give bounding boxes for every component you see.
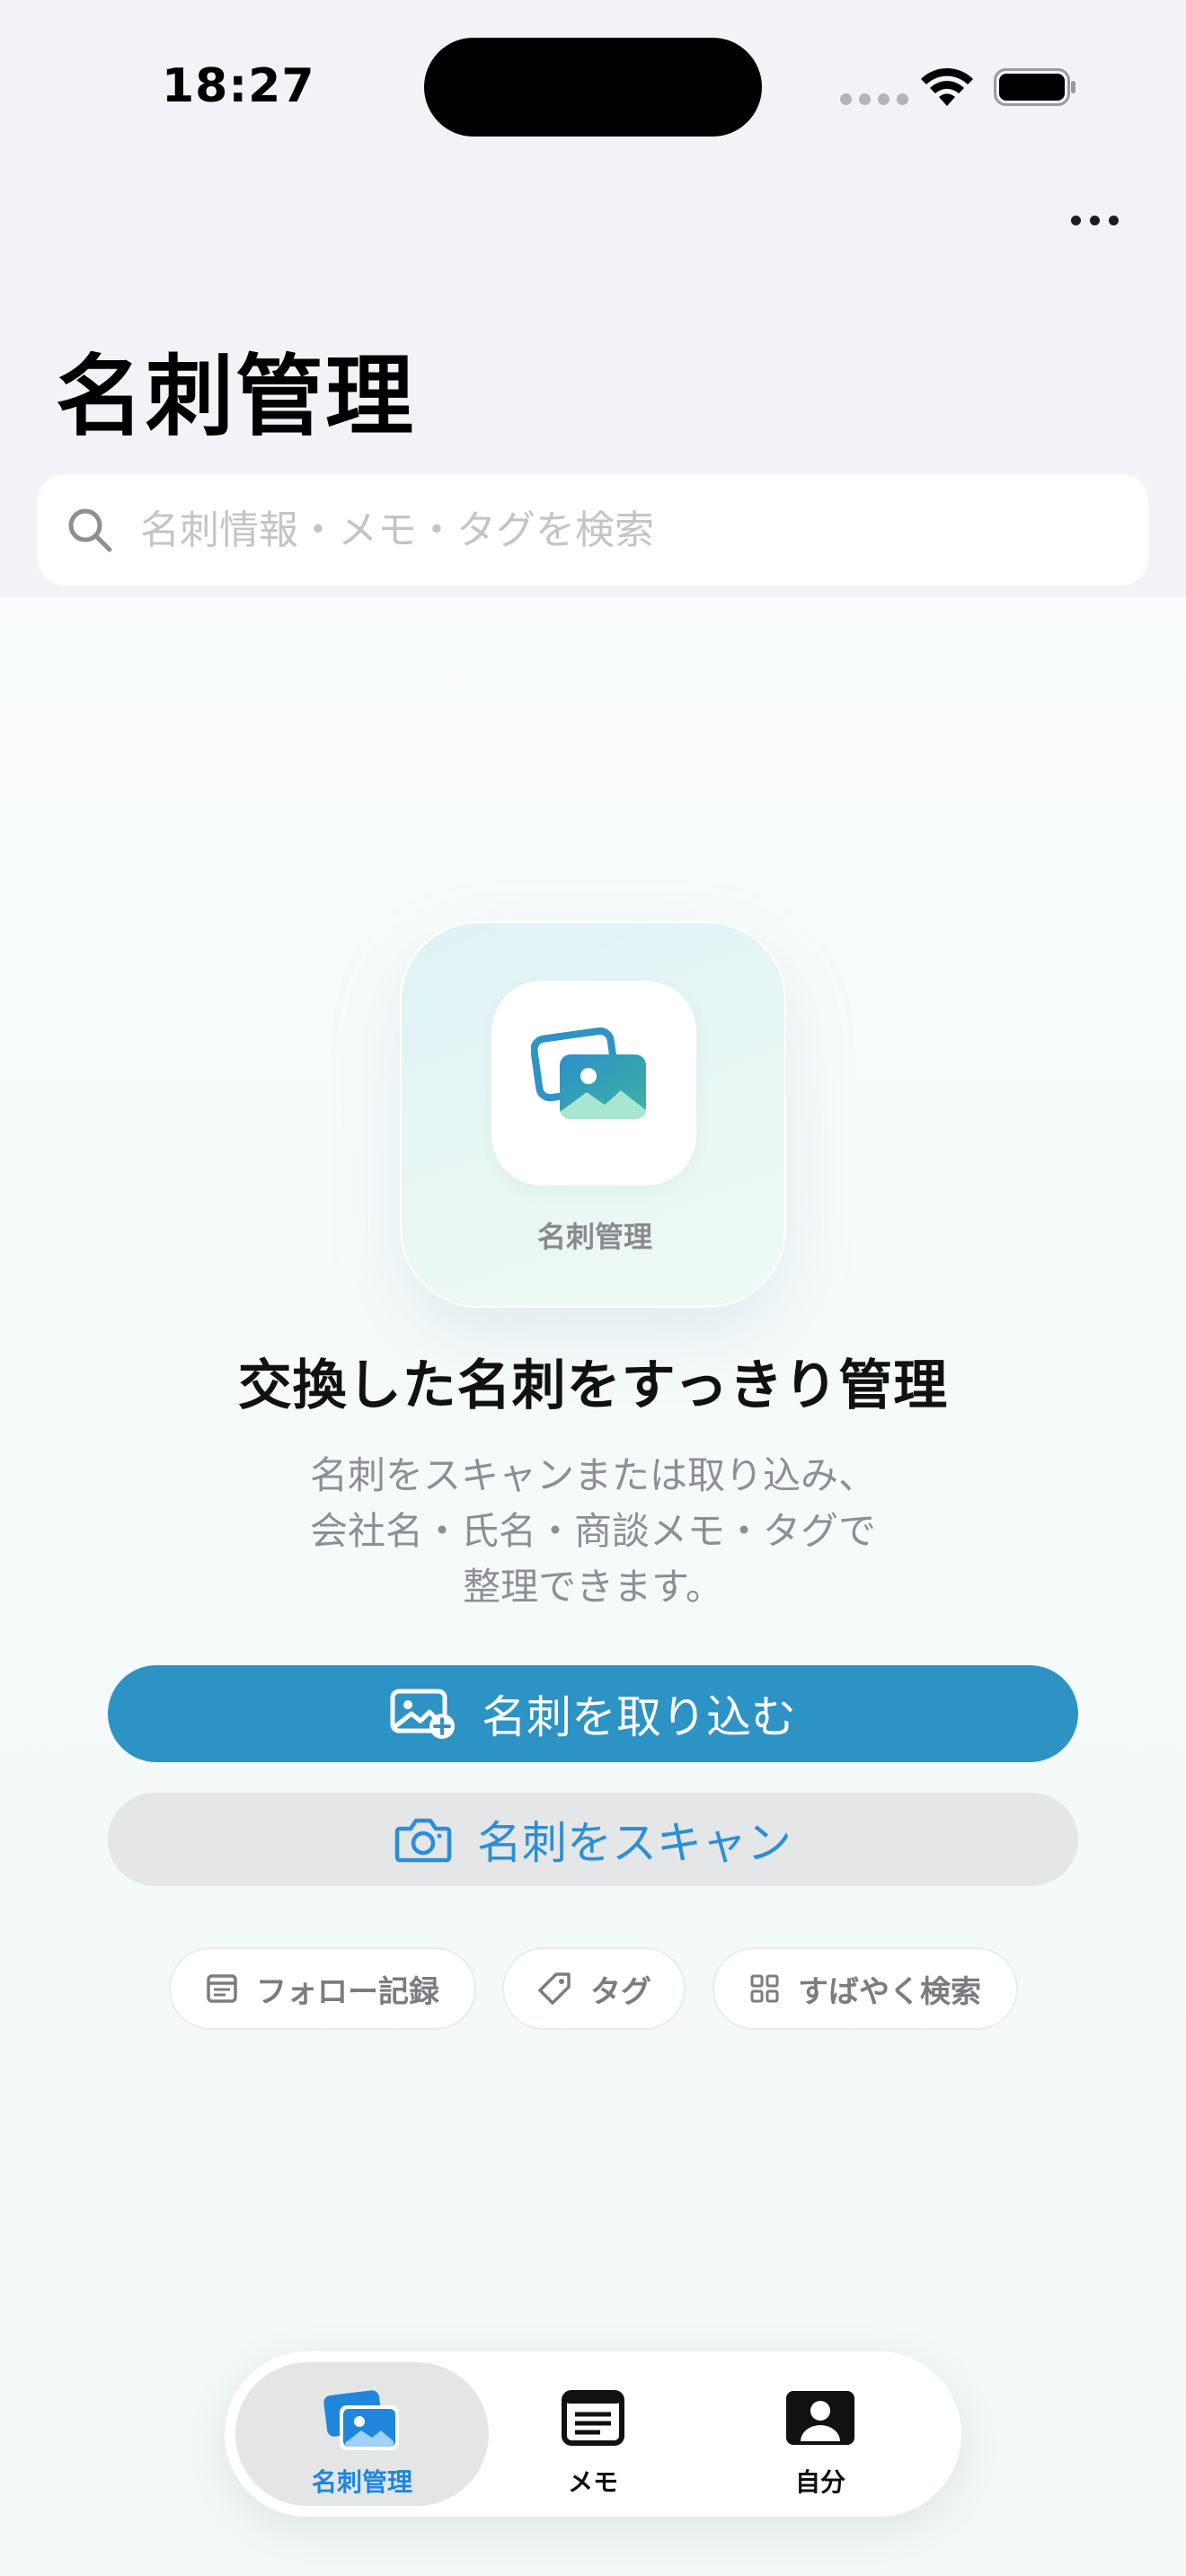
import-card-button[interactable]: 名刺を取り込む <box>108 1665 1078 1762</box>
image-add-icon <box>390 1689 455 1739</box>
cards-icon <box>323 2390 399 2450</box>
more-options-button[interactable] <box>1067 202 1121 238</box>
scan-card-label: 名刺をスキャン <box>477 1817 792 1869</box>
tab-label: 自分 <box>794 2467 845 2497</box>
note-icon <box>207 1974 237 2003</box>
empty-state-headline: 交換した名刺をすっきり管理 <box>237 1354 949 1417</box>
status-time: 18:27 <box>162 59 315 113</box>
business-cards-icon <box>531 1028 646 1119</box>
camera-icon <box>394 1818 452 1863</box>
app-icon-label: 名刺管理 <box>536 1220 652 1254</box>
chip-quick-search[interactable]: すばやく検索 <box>712 1947 1018 2030</box>
app-icon <box>491 981 696 1186</box>
tab-me[interactable]: 自分 <box>715 2362 925 2506</box>
search-input[interactable] <box>140 507 1128 553</box>
memo-icon <box>562 2390 624 2446</box>
description-line: 名刺をスキャンまたは取り込み、 <box>309 1453 876 1497</box>
chip-label: すばやく検索 <box>798 1973 981 2010</box>
chip-label: タグ <box>590 1973 651 2010</box>
chip-follow-record[interactable]: フォロー記録 <box>169 1947 476 2030</box>
import-card-label: 名刺を取り込む <box>482 1691 796 1743</box>
grid-icon <box>750 1974 779 2003</box>
screen: 18:27 名刺管理 名刺情報・メモ・タグを検索 名刺管理 交換した名刺をすっき… <box>0 0 1186 2576</box>
more-dot-icon <box>1089 215 1100 225</box>
more-dot-icon <box>1108 215 1119 225</box>
feature-chips: フォロー記録 タグ すばやく検索 <box>0 1947 1186 2030</box>
page-title: 名刺管理 <box>56 346 416 448</box>
description-line: 整理できます。 <box>463 1565 723 1609</box>
person-icon <box>786 2391 854 2445</box>
wifi-icon <box>921 67 973 106</box>
battery-icon <box>994 68 1075 106</box>
tab-label: メモ <box>567 2467 618 2497</box>
tab-label: 名刺管理 <box>311 2467 412 2497</box>
tag-icon <box>538 1972 571 2005</box>
chip-label: フォロー記録 <box>256 1973 439 2010</box>
scan-card-button[interactable]: 名刺をスキャン <box>108 1793 1078 1886</box>
description-line: 会社名・氏名・商談メモ・タグで <box>309 1509 876 1553</box>
header-area: 18:27 名刺管理 <box>0 0 1186 597</box>
search-bar[interactable] <box>38 474 1148 586</box>
app-icon-card: 名刺管理 <box>400 922 786 1308</box>
tab-bar: 名刺管理 メモ 自分 <box>225 2351 961 2517</box>
search-icon <box>68 508 112 552</box>
tab-cards[interactable]: 名刺管理 <box>235 2362 489 2506</box>
empty-state-description: 名刺をスキャンまたは取り込み、 会社名・氏名・商談メモ・タグで 整理できます。 <box>234 1448 952 1615</box>
more-dot-icon <box>1070 215 1081 225</box>
dynamic-island <box>424 38 762 137</box>
chip-tag[interactable]: タグ <box>502 1947 686 2030</box>
tab-memo[interactable]: メモ <box>494 2362 692 2506</box>
